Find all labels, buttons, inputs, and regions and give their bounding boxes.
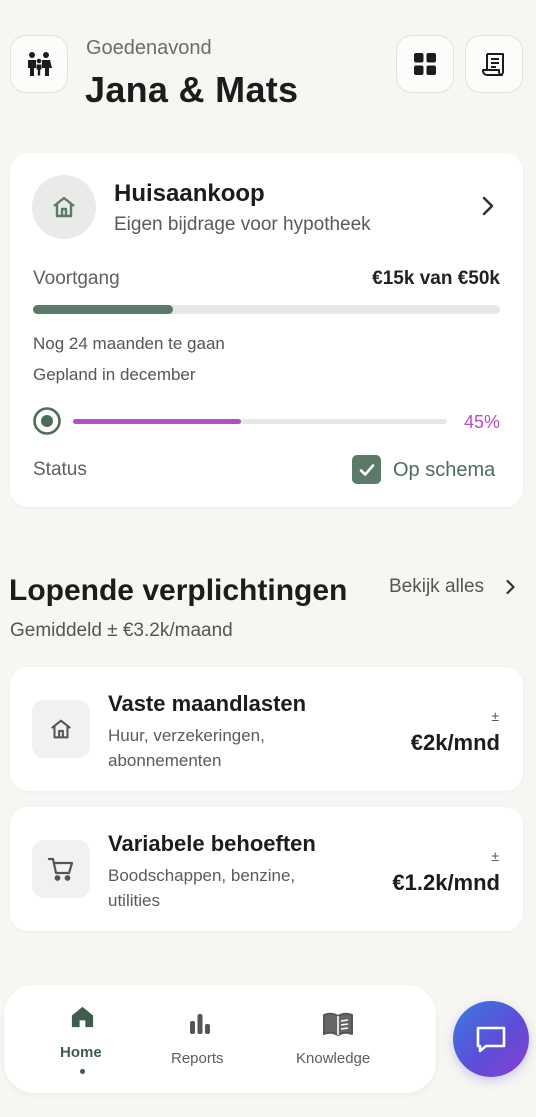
family-icon — [28, 52, 52, 76]
active-indicator-dot — [80, 1069, 85, 1074]
obligation-approx-sign: ± — [491, 848, 499, 864]
progress-label: Voortgang — [33, 268, 120, 289]
home-icon — [71, 1006, 94, 1028]
grid-icon — [414, 53, 436, 75]
bottom-nav: Home Reports Knowledge — [4, 985, 436, 1093]
receipt-icon — [482, 53, 504, 76]
status-label: Status — [33, 459, 87, 480]
obligation-title: Variabele behoeften — [108, 831, 316, 856]
obligations-subtitle: Gemiddeld ± €3.2k/maand — [10, 620, 233, 641]
savings-progress-fill — [33, 305, 174, 314]
check-icon — [359, 463, 374, 476]
see-all-link[interactable]: Bekijk alles — [389, 576, 484, 598]
greeting-text: Goedenavond — [86, 37, 212, 59]
progress-value: €15k van €50k — [372, 268, 500, 289]
savings-progress-bar — [33, 305, 500, 314]
chat-button[interactable] — [453, 1001, 529, 1077]
chevron-right-icon[interactable] — [505, 579, 516, 595]
obligation-amount: €2k/mnd — [410, 730, 500, 755]
goal-icon-circle — [32, 175, 96, 239]
nav-label-knowledge: Knowledge — [296, 1050, 371, 1067]
nav-item-reports[interactable]: Reports — [160, 985, 240, 1093]
time-progress-fill — [73, 419, 242, 424]
chat-icon — [476, 1026, 506, 1053]
obligation-icon-box — [32, 840, 90, 898]
chevron-right-icon[interactable] — [481, 195, 495, 217]
goal-subtitle: Eigen bijdrage voor hypotheek — [114, 214, 371, 235]
obligation-title: Vaste maandlasten — [108, 691, 307, 716]
obligation-description: Boodschappen, benzine, utilities — [108, 866, 296, 910]
family-button[interactable] — [10, 35, 68, 93]
nav-item-knowledge[interactable]: Knowledge — [290, 985, 390, 1093]
time-progress-bar — [73, 419, 447, 424]
status-value: Op schema — [393, 459, 496, 481]
household-names: Jana & Mats — [85, 69, 299, 110]
home-icon — [53, 196, 75, 218]
target-icon — [33, 407, 61, 435]
months-left-text: Nog 24 maanden te gaan — [33, 334, 225, 353]
bar-chart-icon — [190, 1014, 210, 1034]
nav-label-home: Home — [60, 1044, 102, 1061]
obligations-title: Lopende verplichtingen — [9, 574, 348, 607]
obligation-card-fixed[interactable]: Vaste maandlasten Huur, verzekeringen, a… — [10, 667, 523, 791]
obligation-card-variable[interactable]: Variabele behoeften Boodschappen, benzin… — [10, 807, 523, 931]
goal-title: Huisaankoop — [114, 180, 265, 207]
cart-icon — [47, 857, 74, 881]
book-icon — [323, 1012, 353, 1036]
nav-item-home[interactable]: Home — [42, 985, 122, 1093]
status-check — [352, 455, 381, 484]
nav-label-reports: Reports — [171, 1050, 224, 1067]
planned-text: Gepland in december — [33, 365, 196, 384]
home-screen: Goedenavond Jana & Mats Huisaankoop Eige… — [0, 0, 536, 1117]
goal-card[interactable]: Huisaankoop Eigen bijdrage voor hypothee… — [10, 153, 523, 507]
obligation-description: Huur, verzekeringen, abonnementen — [108, 726, 265, 770]
obligation-approx-sign: ± — [491, 708, 499, 724]
receipt-button[interactable] — [465, 35, 523, 93]
home-icon — [51, 719, 71, 739]
obligation-amount: €1.2k/mnd — [392, 870, 500, 895]
time-percent: 45% — [463, 412, 500, 432]
obligation-icon-box — [32, 700, 90, 758]
grid-view-button[interactable] — [396, 35, 454, 93]
